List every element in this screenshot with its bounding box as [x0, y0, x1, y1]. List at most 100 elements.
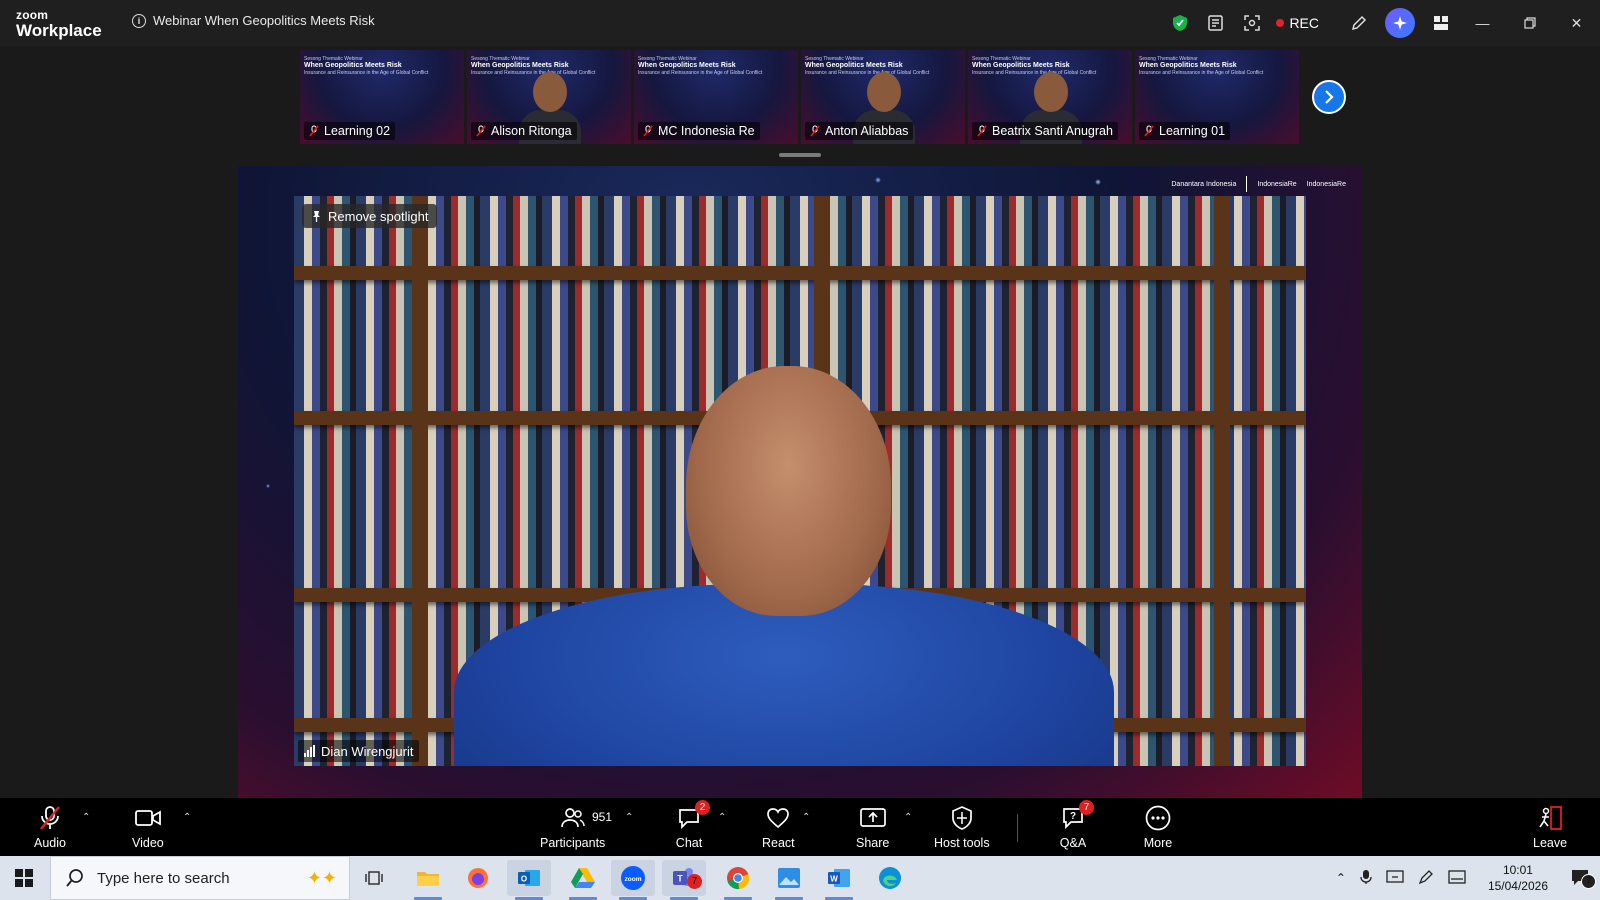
mic-muted-icon — [35, 804, 65, 832]
video-label: Video — [132, 836, 164, 850]
thumbnail-slide-text: Sesong Thematic Webinar When Geopolitics … — [805, 56, 929, 76]
video-options-caret-icon[interactable]: ⌃ — [183, 812, 191, 823]
windows-logo-icon — [15, 869, 33, 887]
google-drive-icon[interactable] — [561, 860, 605, 900]
share-options-caret-icon[interactable]: ⌃ — [904, 812, 912, 823]
qa-icon: ? 7 — [1058, 800, 1094, 832]
video-button[interactable]: Video — [132, 804, 164, 850]
signal-strength-icon — [304, 744, 315, 757]
qa-button[interactable]: ? 7 Q&A — [1058, 800, 1094, 850]
participants-options-caret-icon[interactable]: ⌃ — [625, 812, 633, 823]
participant-name: Learning 01 — [1159, 124, 1226, 138]
close-icon[interactable]: ✕ — [1553, 0, 1600, 46]
slide-headline: When Geopolitics Meets Risk — [471, 62, 569, 69]
ai-companion-button[interactable] — [1385, 8, 1415, 38]
leave-button[interactable]: Leave — [1533, 804, 1567, 850]
share-button[interactable]: Share — [856, 804, 889, 850]
slide-headline: When Geopolitics Meets Risk — [304, 62, 402, 69]
edge-icon[interactable] — [868, 860, 912, 896]
slide-subtitle: Insurance and Reinsurance in the Age of … — [304, 70, 429, 77]
thumbnail-slide-text: Sesong Thematic Webinar When Geopolitics … — [972, 56, 1096, 76]
clock-time: 10:01 — [1502, 862, 1533, 877]
firefox-icon[interactable] — [456, 860, 500, 896]
participant-thumbnail[interactable]: Sesong Thematic Webinar When Geopolitics … — [1135, 50, 1299, 144]
participant-name: Learning 02 — [324, 124, 391, 138]
participant-thumbnail[interactable]: Sesong Thematic Webinar When Geopolitics … — [634, 50, 798, 144]
slide-headline: When Geopolitics Meets Risk — [638, 62, 736, 69]
recording-indicator[interactable]: REC — [1276, 15, 1319, 31]
meeting-title: Webinar When Geopolitics Meets Risk — [153, 13, 375, 28]
zoom-workplace-logo: zoom Workplace — [16, 9, 102, 39]
chat-label: Chat — [675, 836, 703, 850]
teams-icon[interactable]: T 7 — [662, 860, 706, 900]
chat-options-caret-icon[interactable]: ⌃ — [718, 812, 726, 823]
audio-button[interactable]: Audio — [34, 804, 66, 850]
share-label: Share — [856, 836, 890, 850]
participant-thumbnail[interactable]: Sesong Thematic Webinar When Geopolitics … — [968, 50, 1132, 144]
more-button[interactable]: More — [1143, 804, 1173, 850]
meeting-info[interactable]: i Webinar When Geopolitics Meets Risk — [132, 13, 375, 28]
audio-options-caret-icon[interactable]: ⌃ — [82, 812, 90, 823]
remove-spotlight-button[interactable]: Remove spotlight — [302, 204, 438, 228]
encryption-shield-icon[interactable] — [1162, 0, 1198, 46]
notifications-badge: 7 — [1581, 873, 1596, 889]
svg-text:W: W — [830, 875, 838, 884]
notifications-icon[interactable]: 7 — [1570, 868, 1596, 889]
qa-label: Q&A — [1059, 836, 1087, 850]
mic-muted-icon — [1144, 125, 1154, 137]
restore-icon[interactable] — [1506, 0, 1553, 46]
thumbnail-name-tag: Beatrix Santi Anugrah — [972, 122, 1118, 140]
participant-name: Anton Aliabbas — [825, 124, 909, 138]
touch-keyboard-icon[interactable] — [1448, 869, 1466, 887]
remove-spotlight-label: Remove spotlight — [328, 208, 429, 224]
zoom-app-icon[interactable]: zoom — [611, 860, 655, 900]
file-explorer-icon[interactable] — [406, 860, 450, 900]
sponsor-logo-indonesiare-2: IndonesiaRe — [1306, 180, 1346, 188]
pen-tray-icon[interactable] — [1418, 869, 1434, 888]
slide-subtitle: Insurance and Reinsurance in the Age of … — [805, 70, 930, 77]
participants-count: 951 — [592, 810, 613, 824]
participant-thumbnail[interactable]: Sesong Thematic Webinar When Geopolitics … — [467, 50, 631, 144]
info-icon[interactable]: i — [132, 13, 146, 28]
thumbnail-name-tag: Learning 02 — [304, 122, 396, 140]
notes-icon[interactable] — [1198, 0, 1234, 46]
taskbar-clock[interactable]: 10:01 15/04/2026 — [1488, 862, 1548, 894]
mic-muted-icon — [643, 125, 653, 137]
participants-icon — [558, 804, 588, 832]
windows-start-button[interactable] — [0, 856, 48, 900]
sponsor-logo-indonesiare: IndonesiaRe — [1257, 180, 1297, 188]
chrome-icon[interactable] — [716, 860, 760, 900]
slide-subtitle: Insurance and Reinsurance in the Age of … — [471, 70, 596, 77]
tray-overflow-chevron-up-icon[interactable]: ⌃ — [1336, 871, 1346, 885]
react-options-caret-icon[interactable]: ⌃ — [802, 812, 810, 823]
react-button[interactable]: React — [762, 804, 795, 850]
leave-icon — [1535, 804, 1565, 832]
speaker-video[interactable]: Remove spotlight Dian Wirengjurit — [294, 196, 1306, 766]
chat-button[interactable]: 2 Chat — [674, 800, 710, 850]
outlook-icon[interactable]: O — [507, 860, 551, 900]
minimize-icon[interactable]: — — [1459, 0, 1506, 46]
photos-icon[interactable] — [767, 860, 811, 900]
word-icon[interactable]: W — [817, 860, 861, 900]
mic-muted-icon — [476, 125, 486, 137]
host-tools-button[interactable]: Host tools — [934, 804, 990, 850]
next-page-button[interactable] — [1312, 80, 1346, 114]
participant-thumbnail[interactable]: Sesong Thematic Webinar When Geopolitics … — [801, 50, 965, 144]
recording-label: REC — [1289, 15, 1319, 31]
thumbnail-name-tag: Alison Ritonga — [471, 122, 577, 140]
participant-thumbnail[interactable]: Sesong Thematic Webinar When Geopolitics … — [300, 50, 464, 144]
apps-grid-icon[interactable] — [1423, 0, 1459, 46]
microphone-in-use-icon[interactable] — [1360, 869, 1372, 888]
pin-icon — [313, 210, 320, 222]
taskbar-search-box[interactable]: Type here to search ✦✦ — [50, 856, 350, 900]
chevron-right-icon — [1325, 90, 1334, 104]
chat-icon: 2 — [674, 800, 710, 832]
heart-icon — [763, 804, 793, 832]
slide-headline: When Geopolitics Meets Risk — [805, 62, 903, 69]
task-view-icon[interactable] — [352, 860, 396, 896]
focus-mode-icon[interactable] — [1234, 0, 1270, 46]
spotlight-stage: Danantara Indonesia IndonesiaRe Indonesi… — [238, 166, 1362, 798]
annotate-pen-icon[interactable] — [1341, 0, 1377, 46]
strip-resize-handle[interactable] — [779, 153, 821, 157]
screen-capture-icon[interactable] — [1386, 869, 1404, 888]
